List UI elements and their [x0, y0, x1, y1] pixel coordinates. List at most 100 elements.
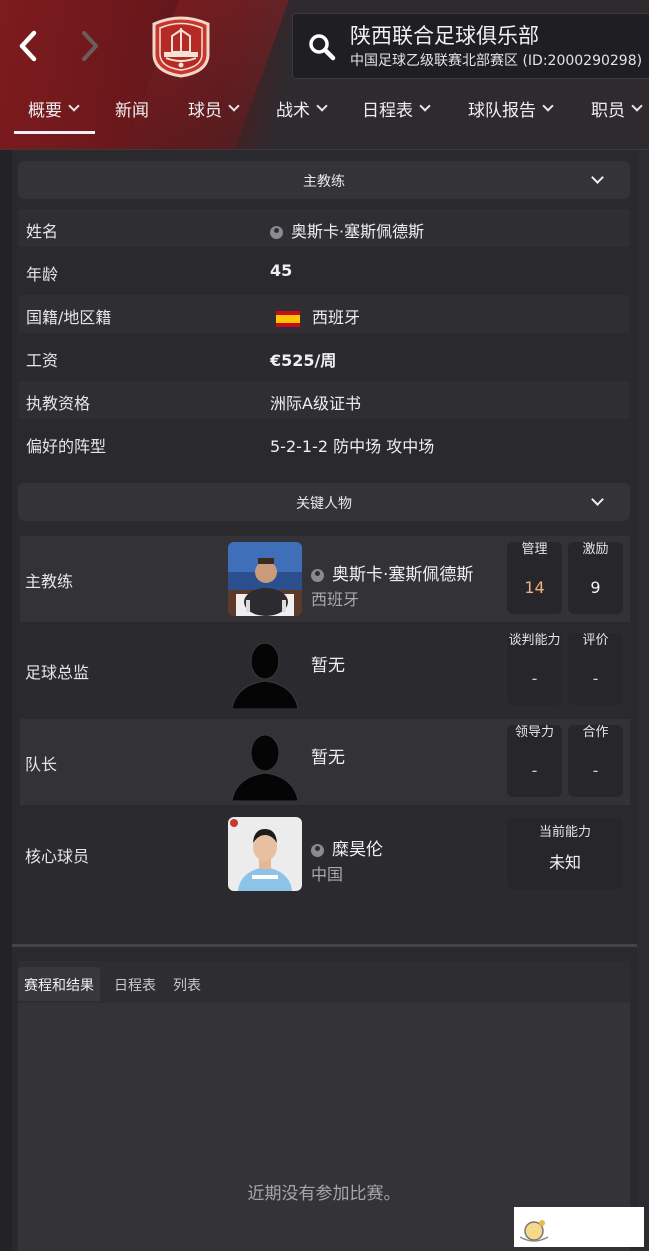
attribute-label: 当前能力 [538, 825, 591, 840]
spain-flag-icon [276, 310, 300, 327]
coach-license: 洲际A级证书 [270, 394, 361, 413]
key-person-name-link[interactable]: 糜昊伦 [311, 835, 383, 860]
role-label: 足球总监 [25, 663, 90, 682]
attribute-label: 领导力 [514, 725, 554, 740]
top-header: 陕西联合足球俱乐部 中国足球乙级联赛北部赛区 (ID:2000290298) 概… [0, 0, 649, 150]
person-icon [270, 226, 283, 239]
key-person-name: 奥斯卡·塞斯佩德斯 [332, 565, 474, 585]
info-row-age: 年龄 45 [18, 252, 630, 290]
nationality-link[interactable]: 西班牙 [276, 304, 360, 328]
tab-team-report-label: 球队报告 [468, 101, 536, 121]
attribute-label: 谈判能力 [508, 633, 561, 648]
info-row-formation: 偏好的阵型 5-2-1-2 防中场 攻中场 [18, 424, 630, 462]
tab-overview[interactable]: 概要 [28, 96, 80, 136]
tab-staff-label: 职员 [591, 101, 625, 121]
attribute-box: 谈判能力 - [507, 633, 562, 705]
attribute-value: 未知 [548, 853, 581, 872]
attribute-label: 激励 [582, 542, 609, 557]
head-coach-panel-header[interactable]: 主教练 [18, 161, 630, 199]
club-league-id: 中国足球乙级联赛北部赛区 (ID:2000290298) [350, 53, 643, 69]
chevron-left-icon [19, 30, 37, 62]
active-tab-indicator [14, 131, 95, 134]
key-person-nationality: 中国 [311, 865, 344, 884]
attribute-box: 激励 9 [568, 542, 623, 614]
player-photo[interactable] [228, 817, 302, 891]
attribute-box: 领导力 - [507, 725, 562, 797]
attribute-box: 管理 14 [507, 542, 562, 614]
tab-fixtures-results[interactable]: 赛程和结果 [18, 967, 100, 1001]
coach-age: 45 [270, 261, 293, 280]
chevron-down-icon [68, 100, 80, 112]
back-button[interactable] [10, 28, 46, 64]
tab-schedule[interactable]: 日程表 [362, 96, 431, 136]
key-person-nationality: 西班牙 [311, 590, 360, 609]
scrollbar[interactable] [637, 150, 649, 1251]
club-logo[interactable] [150, 14, 212, 78]
chevron-down-icon [419, 100, 431, 112]
tab-players[interactable]: 球员 [188, 96, 240, 136]
coach-name: 奥斯卡·塞斯佩德斯 [291, 222, 425, 241]
tab-fixture-list[interactable]: 列表 [167, 967, 207, 1001]
tab-players-label: 球员 [188, 101, 222, 121]
tab-overview-label: 概要 [28, 101, 62, 121]
tab-staff[interactable]: 职员 [591, 96, 643, 136]
row-label: 偏好的阵型 [26, 437, 107, 456]
chevron-right-icon [82, 31, 98, 61]
tab-tactics-label: 战术 [276, 101, 310, 121]
main-tabs: 概要 新闻 球员 战术 日程表 球队报告 职员 [0, 96, 649, 136]
info-row-license: 执教资格 洲际A级证书 [18, 381, 630, 419]
attribute-value: 14 [524, 578, 545, 597]
row-label: 工资 [26, 351, 59, 370]
role-label: 主教练 [25, 572, 74, 591]
info-row-name: 姓名 奥斯卡·塞斯佩德斯 [18, 209, 630, 247]
info-row-nationality: 国籍/地区籍 西班牙 [18, 295, 630, 333]
key-person-row: 核心球员 糜昊伦 中国 当前能力 未知 [20, 811, 630, 897]
watermark-logo [514, 1207, 644, 1247]
key-person-name: 暂无 [311, 656, 345, 676]
silhouette-avatar [231, 642, 299, 709]
forward-button[interactable] [72, 28, 108, 64]
row-label: 姓名 [26, 222, 59, 241]
attribute-label: 管理 [521, 542, 548, 557]
panel-title: 主教练 [303, 174, 345, 190]
tab-schedule-label: 日程表 [362, 101, 413, 121]
key-person-name-link[interactable]: 奥斯卡·塞斯佩德斯 [311, 560, 473, 585]
role-label: 核心球员 [25, 847, 90, 866]
key-person-name: 糜昊伦 [332, 840, 383, 860]
tab-team-report[interactable]: 球队报告 [468, 96, 554, 136]
tab-news[interactable]: 新闻 [115, 96, 149, 136]
silhouette-avatar [231, 734, 299, 801]
attribute-box: 评价 - [568, 633, 623, 705]
attribute-value: - [531, 669, 538, 688]
key-person-row: 足球总监 暂无 谈判能力 - 评价 - [20, 627, 630, 713]
chevron-down-icon [631, 100, 643, 112]
attribute-value: - [592, 761, 599, 780]
club-search-box[interactable]: 陕西联合足球俱乐部 中国足球乙级联赛北部赛区 (ID:2000290298) [292, 13, 649, 79]
section-divider [12, 944, 637, 947]
attribute-box: 当前能力 未知 [507, 817, 623, 889]
coach-formation: 5-2-1-2 防中场 攻中场 [270, 437, 435, 456]
tab-fixture-schedule[interactable]: 日程表 [108, 967, 162, 1001]
row-label: 执教资格 [26, 394, 91, 413]
row-label: 国籍/地区籍 [26, 308, 112, 327]
key-people-panel-header[interactable]: 关键人物 [18, 483, 630, 521]
panel-title: 关键人物 [296, 496, 352, 512]
attribute-value: - [531, 761, 538, 780]
empty-state-message: 近期没有参加比赛。 [247, 1184, 401, 1204]
chevron-down-icon [228, 100, 240, 112]
coach-wage: €525/周 [270, 351, 337, 370]
chevron-down-icon [316, 100, 328, 112]
key-person-name: 暂无 [311, 748, 345, 768]
tab-tactics[interactable]: 战术 [276, 96, 328, 136]
coach-name-link[interactable]: 奥斯卡·塞斯佩德斯 [270, 218, 424, 242]
info-row-wage: 工资 €525/周 [18, 338, 630, 376]
row-label: 年龄 [26, 265, 59, 284]
attribute-box: 合作 - [568, 725, 623, 797]
coach-photo[interactable] [228, 542, 302, 616]
coach-nationality: 西班牙 [312, 308, 361, 327]
attribute-label: 评价 [582, 633, 609, 648]
tab-news-label: 新闻 [115, 101, 149, 121]
key-person-row: 主教练 奥斯卡·塞斯佩德斯 西班牙 管理 14 激励 9 [20, 536, 630, 622]
club-name: 陕西联合足球俱乐部 [350, 24, 539, 48]
search-icon[interactable] [307, 32, 337, 62]
